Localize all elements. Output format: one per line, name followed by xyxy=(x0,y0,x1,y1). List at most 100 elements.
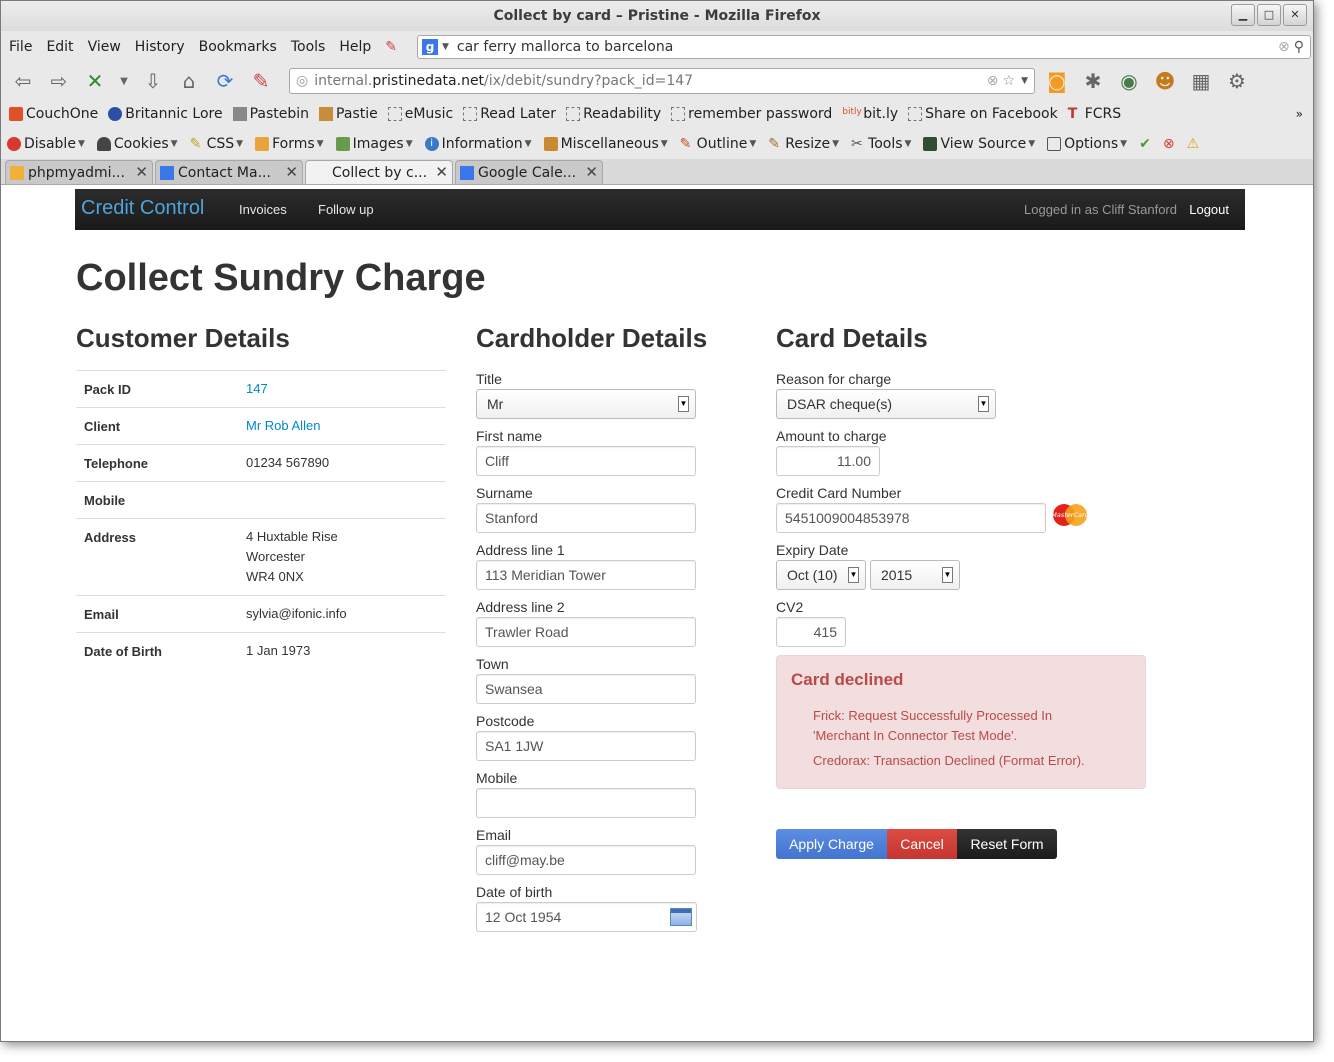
checkmark-icon[interactable]: ✔ xyxy=(1139,136,1151,152)
pencil-icon[interactable]: ✎ xyxy=(385,39,397,55)
forward-icon[interactable]: ⇨ xyxy=(45,67,73,95)
stop-icon[interactable]: ✕ xyxy=(81,67,109,95)
dev-disable[interactable]: Disable ▼ xyxy=(7,136,85,152)
home-icon[interactable]: ⌂ xyxy=(175,67,203,95)
nav-follow-up[interactable]: Follow up xyxy=(318,202,374,217)
close-tab-icon[interactable]: ✕ xyxy=(285,163,298,181)
nav-invoices[interactable]: Invoices xyxy=(239,202,287,217)
chevron-down-icon[interactable]: ▼ xyxy=(117,67,131,95)
email-input[interactable]: cliff@may.be xyxy=(476,845,696,875)
dob-input[interactable]: 12 Oct 1954 xyxy=(476,902,697,932)
menu-view[interactable]: View xyxy=(88,39,121,55)
field-label: Amount to charge xyxy=(776,428,887,444)
close-tab-icon[interactable]: ✕ xyxy=(585,163,598,181)
address-line2-input[interactable]: Trawler Road xyxy=(476,617,696,647)
search-input[interactable]: car ferry mallorca to barcelona xyxy=(457,39,673,55)
bookmark-couchone[interactable]: CouchOne xyxy=(9,106,98,122)
tab-collect-by-card[interactable]: Collect by c... ✕ xyxy=(305,160,453,184)
bookmark-share-facebook[interactable]: Share on Facebook xyxy=(908,106,1058,122)
bookmark-pastebin[interactable]: Pastebin xyxy=(232,106,309,122)
site-identity-icon[interactable]: ◎ xyxy=(296,73,308,89)
menu-history[interactable]: History xyxy=(135,39,185,55)
evernote-icon[interactable]: ◉ xyxy=(1115,67,1143,95)
menu-edit[interactable]: Edit xyxy=(46,39,73,55)
client-link[interactable]: Mr Rob Allen xyxy=(246,416,320,434)
dev-view-source[interactable]: View Source ▼ xyxy=(923,136,1035,152)
bug-icon[interactable]: ✱ xyxy=(1079,67,1107,95)
greasemonkey-icon[interactable]: ☻ xyxy=(1151,67,1179,95)
dev-css[interactable]: ✎ CSS ▼ xyxy=(190,136,243,152)
tab-phpmyadmin[interactable]: phpmyadmi... ✕ xyxy=(5,160,153,184)
error-icon[interactable]: ⊗ xyxy=(1163,136,1175,152)
reload-icon[interactable]: ⟳ xyxy=(211,67,239,95)
grid-icon[interactable]: ▦ xyxy=(1187,67,1215,95)
pencil-icon[interactable]: ✎ xyxy=(247,67,275,95)
settings-icon[interactable]: ⚙ xyxy=(1223,67,1251,95)
apply-charge-button[interactable]: Apply Charge xyxy=(776,829,887,859)
bookmark-britannic-lore[interactable]: Britannic Lore xyxy=(108,106,223,122)
chevron-down-icon[interactable]: ▼ xyxy=(1021,76,1028,86)
first-name-input[interactable]: Cliff xyxy=(476,446,696,476)
mobile-input[interactable] xyxy=(476,788,696,818)
dev-images[interactable]: Images ▼ xyxy=(335,136,413,152)
expiry-month-select[interactable]: Oct (10) ▼ xyxy=(776,560,866,590)
search-bar[interactable]: g ▼ car ferry mallorca to barcelona ⊗ ⚲ xyxy=(416,35,1311,59)
reason-select[interactable]: DSAR cheque(s) ▼ xyxy=(776,389,996,419)
close-tab-icon[interactable]: ✕ xyxy=(435,163,448,181)
bookmark-read-later[interactable]: Read Later xyxy=(463,106,556,122)
brand-link[interactable]: Credit Control xyxy=(81,197,204,220)
back-icon[interactable]: ⇦ xyxy=(9,67,37,95)
tab-google-calendar[interactable]: Google Cale... ✕ xyxy=(455,160,603,184)
bookmark-readability[interactable]: Readability xyxy=(566,106,661,122)
bookmark-fcrs[interactable]: T FCRS xyxy=(1068,106,1121,122)
magnifier-icon[interactable]: ⚲ xyxy=(1294,39,1304,55)
calendar-icon[interactable] xyxy=(670,908,692,926)
rss-icon[interactable]: ◙ xyxy=(1043,67,1071,95)
logout-link[interactable]: Logout xyxy=(1189,202,1229,217)
amount-input[interactable]: 11.00 xyxy=(776,446,880,476)
url-bar[interactable]: ◎ internal. pristinedata.net/ix/debit/sun… xyxy=(289,68,1035,94)
expiry-year-select[interactable]: 2015 ▼ xyxy=(870,560,960,590)
times-t-icon: T xyxy=(1067,106,1078,122)
clear-icon[interactable]: ⊗ xyxy=(1278,39,1290,55)
minimize-button[interactable]: ▁ xyxy=(1231,4,1255,26)
postcode-input[interactable]: SA1 1JW xyxy=(476,731,696,761)
address-line1-input[interactable]: 113 Meridian Tower xyxy=(476,560,696,590)
dev-cookies[interactable]: Cookies ▼ xyxy=(96,136,178,152)
town-input[interactable]: Swansea xyxy=(476,674,696,704)
title-select[interactable]: Mr ▼ xyxy=(476,389,696,419)
google-icon[interactable]: g xyxy=(421,39,438,55)
dev-forms[interactable]: Forms ▼ xyxy=(255,136,324,152)
dev-tools[interactable]: ✂ Tools ▼ xyxy=(851,136,911,152)
bookmark-remember-password[interactable]: remember password xyxy=(671,106,832,122)
tab-contact-manager[interactable]: Contact Ma... ✕ xyxy=(155,160,303,184)
clear-icon[interactable]: ⊗ xyxy=(987,73,999,89)
menu-tools[interactable]: Tools xyxy=(291,39,326,55)
warning-icon[interactable]: ⚠ xyxy=(1187,136,1200,152)
reset-form-button[interactable]: Reset Form xyxy=(957,829,1057,859)
dev-outline[interactable]: ✎ Outline ▼ xyxy=(680,136,757,152)
cv2-input[interactable]: 415 xyxy=(776,617,846,647)
phpmyadmin-icon xyxy=(10,165,24,180)
card-number-input[interactable]: 5451009004853978 xyxy=(776,503,1046,533)
cancel-button[interactable]: Cancel xyxy=(887,829,957,859)
close-tab-icon[interactable]: ✕ xyxy=(135,163,148,181)
star-icon[interactable]: ☆ xyxy=(1003,73,1016,89)
dev-resize[interactable]: ✎ Resize ▼ xyxy=(768,136,839,152)
close-window-button[interactable]: ✕ xyxy=(1283,4,1307,26)
download-icon[interactable]: ⇩ xyxy=(139,67,167,95)
surname-input[interactable]: Stanford xyxy=(476,503,696,533)
dev-information[interactable]: i Information ▼ xyxy=(424,136,532,152)
chevron-down-icon[interactable]: ▼ xyxy=(442,42,449,52)
dev-options[interactable]: Options ▼ xyxy=(1047,136,1127,152)
menu-file[interactable]: File xyxy=(9,39,32,55)
pack-id-link[interactable]: 147 xyxy=(246,379,268,397)
menu-help[interactable]: Help xyxy=(339,39,371,55)
dev-miscellaneous[interactable]: Miscellaneous ▼ xyxy=(543,136,668,152)
chevron-right-icon[interactable]: » xyxy=(1296,107,1303,121)
bookmark-bitly[interactable]: bitly bit.ly xyxy=(842,106,898,122)
bookmark-emusic[interactable]: eMusic xyxy=(387,106,453,122)
maximize-button[interactable]: □ xyxy=(1257,4,1281,26)
menu-bookmarks[interactable]: Bookmarks xyxy=(199,39,277,55)
bookmark-pastie[interactable]: Pastie xyxy=(319,106,378,122)
